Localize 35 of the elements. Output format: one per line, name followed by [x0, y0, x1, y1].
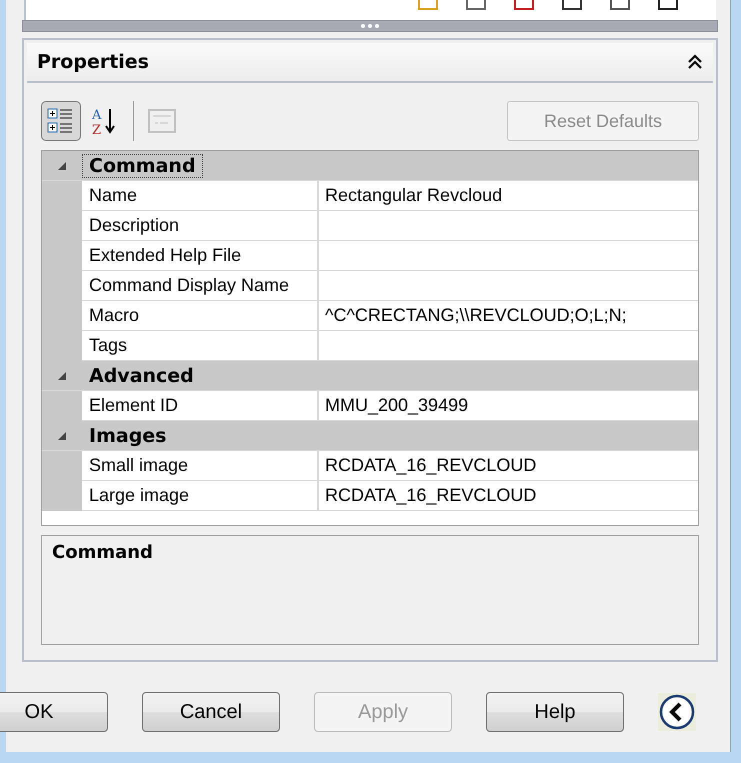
category-label: Images: [88, 424, 168, 448]
property-row[interactable]: Name Rectangular Revcloud: [42, 181, 698, 211]
splitter-handle[interactable]: [22, 20, 718, 32]
toolbar-icon[interactable]: [514, 0, 534, 10]
property-row[interactable]: Extended Help File: [42, 241, 698, 271]
property-row[interactable]: Description: [42, 211, 698, 241]
property-row[interactable]: Command Display Name: [42, 271, 698, 301]
property-row[interactable]: Element ID MMU_200_39499: [42, 391, 698, 421]
property-row[interactable]: Small image RCDATA_16_REVCLOUD: [42, 451, 698, 481]
property-row[interactable]: Large image RCDATA_16_REVCLOUD: [42, 481, 698, 511]
sort-mode-button[interactable]: [41, 101, 81, 141]
toolbar-icon[interactable]: [562, 0, 582, 10]
category-label: Advanced: [88, 364, 195, 388]
panel-title: Properties: [37, 51, 149, 73]
category-row[interactable]: Advanced: [42, 361, 698, 391]
toolbar-icon[interactable]: [658, 0, 678, 10]
category-row[interactable]: Images: [42, 421, 698, 451]
expander-icon[interactable]: [57, 430, 67, 440]
category-row[interactable]: Command: [42, 151, 698, 181]
expander-icon[interactable]: [57, 160, 67, 170]
chevron-left-icon: [659, 694, 695, 730]
property-pages-icon: [147, 107, 177, 135]
collapse-button[interactable]: [658, 693, 696, 731]
property-row[interactable]: Tags: [42, 331, 698, 361]
category-label: Command: [82, 154, 203, 178]
dialog-button[interactable]: OK: [0, 692, 108, 732]
toolbar-icon[interactable]: [610, 0, 630, 10]
collapse-icon[interactable]: [687, 54, 703, 70]
property-value[interactable]: RCDATA_16_REVCLOUD: [319, 481, 698, 511]
property-name[interactable]: Large image: [82, 481, 319, 511]
expander-icon[interactable]: [57, 370, 67, 380]
dialog-button[interactable]: Help: [486, 692, 624, 732]
description-title: Command: [52, 542, 153, 563]
property-row[interactable]: Macro ^C^CRECTANG;\\REVCLOUD;O;L;N;: [42, 301, 698, 331]
dialog-button[interactable]: Cancel: [142, 692, 280, 732]
